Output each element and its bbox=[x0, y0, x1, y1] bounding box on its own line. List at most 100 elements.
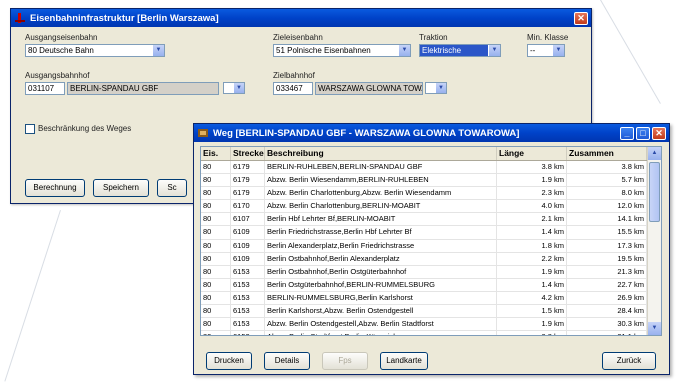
table-cell: 80 bbox=[201, 305, 231, 318]
table-cell: 19.5 km bbox=[567, 252, 647, 265]
table-row[interactable]: 80 6170 Abzw. Berlin Charlottenburg,BERLIN… bbox=[201, 200, 661, 214]
table-row[interactable]: 80 6153 BERLIN-RUMMELSBURG,Berlin Karlshor… bbox=[201, 291, 661, 306]
table-cell: 22.7 km bbox=[567, 278, 647, 291]
table-cell: 0.8 km bbox=[497, 331, 567, 335]
table-cell: 17.3 km bbox=[567, 239, 647, 252]
table-cell: Berlin Ostbahnhof,Berlin Ostgüterbahnhof bbox=[265, 265, 497, 278]
table-cell: 30.3 km bbox=[567, 318, 647, 331]
zieleisenbahn-label: Zieleisenbahn bbox=[273, 33, 323, 42]
traktion-select[interactable]: Elektrische ▼ bbox=[419, 44, 501, 57]
chevron-down-icon[interactable]: ▼ bbox=[436, 83, 446, 93]
min-klasse-select[interactable]: -- ▼ bbox=[527, 44, 565, 57]
ausgangsbahnhof-select[interactable]: ▼ bbox=[223, 82, 245, 94]
table-row[interactable]: 80 6153 Berlin Ostbahnhof,Berlin Ostgüterb… bbox=[201, 265, 661, 279]
table-cell: Abzw. Berlin Charlottenburg,Abzw. Berlin… bbox=[265, 187, 497, 200]
table-cell: 1.9 km bbox=[497, 318, 567, 331]
table-cell: 6153 bbox=[231, 291, 265, 305]
table-row[interactable]: 80 6153 Berlin Ostgüterbahnhof,BERLIN-RUMM… bbox=[201, 278, 661, 292]
chevron-down-icon[interactable]: ▼ bbox=[398, 45, 410, 56]
ausgangseisenbahn-value: 80 Deutsche Bahn bbox=[28, 46, 94, 55]
table-row[interactable]: 806153Abzw. Berlin Stadtforst,Berlin-Köp… bbox=[201, 331, 661, 335]
background-line bbox=[600, 0, 661, 104]
close-icon[interactable]: ✕ bbox=[574, 11, 588, 25]
ausgangsbahnhof-code[interactable]: 031107 bbox=[25, 82, 65, 95]
landkarte-button[interactable]: Landkarte bbox=[380, 352, 428, 370]
chevron-down-icon[interactable]: ▼ bbox=[152, 45, 164, 56]
table-row[interactable]: 80 6109 Berlin Alexanderplatz,Berlin Fried… bbox=[201, 239, 661, 253]
scroll-thumb[interactable] bbox=[649, 162, 660, 222]
table-cell: 2.2 km bbox=[497, 252, 567, 265]
table-cell: 28.4 km bbox=[567, 305, 647, 318]
table-cell: Berlin Friedrichstrasse,Berlin Hbf Lehrt… bbox=[265, 226, 497, 239]
background-line bbox=[4, 210, 61, 382]
column-header[interactable]: Eis. bbox=[201, 147, 231, 160]
beschraenkung-checkbox[interactable] bbox=[25, 124, 35, 134]
table-row[interactable]: 80 6109 Berlin Friedrichstrasse,Berlin Hbf… bbox=[201, 226, 661, 240]
route-table[interactable]: Eis. Strecke Beschreibung Länge Zusammen… bbox=[200, 146, 662, 336]
scroll-down-icon[interactable]: ▼ bbox=[648, 322, 661, 335]
table-cell: 6109 bbox=[231, 239, 265, 252]
table-cell: 6153 bbox=[231, 278, 265, 291]
minimize-icon[interactable]: _ bbox=[620, 126, 634, 140]
route-icon bbox=[198, 129, 208, 137]
zieleisenbahn-select[interactable]: 51 Polnische Eisenbahnen ▼ bbox=[273, 44, 411, 57]
zielbahnhof-code[interactable]: 033467 bbox=[273, 82, 313, 95]
table-row[interactable]: 80 6179 Abzw. Berlin Wiesendamm,BERLIN-RUH… bbox=[201, 174, 661, 188]
column-header[interactable]: Zusammen bbox=[567, 147, 647, 160]
infrastructure-titlebar[interactable]: Eisenbahninfrastruktur [Berlin Warszawa]… bbox=[11, 9, 591, 27]
disabled-button[interactable]: Fps bbox=[322, 352, 368, 370]
chevron-down-icon[interactable]: ▼ bbox=[552, 45, 564, 56]
zurueck-button[interactable]: Zurück bbox=[602, 352, 656, 370]
table-cell: 5.7 km bbox=[567, 174, 647, 187]
table-cell: 3.8 km bbox=[567, 161, 647, 174]
table-cell: 80 bbox=[201, 265, 231, 278]
table-cell: 15.5 km bbox=[567, 226, 647, 239]
table-row[interactable]: 80 6179 BERLIN-RUHLEBEN,BERLIN-SPANDAU GBF… bbox=[201, 161, 661, 175]
table-row[interactable]: 80 6153 Berlin Karlshorst,Abzw. Berlin Ost… bbox=[201, 305, 661, 319]
table-cell: 6109 bbox=[231, 252, 265, 265]
scroll-up-icon[interactable]: ▲ bbox=[648, 147, 661, 160]
close-icon[interactable]: ✕ bbox=[652, 126, 666, 140]
table-cell: 1.4 km bbox=[497, 278, 567, 291]
table-cell: 6153 bbox=[231, 318, 265, 331]
table-cell: 12.0 km bbox=[567, 200, 647, 213]
table-cell: 80 bbox=[201, 291, 231, 305]
route-titlebar[interactable]: Weg [BERLIN-SPANDAU GBF - WARSZAWA GLOWN… bbox=[194, 124, 669, 142]
maximize-icon[interactable]: □ bbox=[636, 126, 650, 140]
drucken-button[interactable]: Drucken bbox=[206, 352, 252, 370]
table-cell: 80 bbox=[201, 213, 231, 226]
table-cell: 1.8 km bbox=[497, 239, 567, 252]
table-cell: 26.9 km bbox=[567, 291, 647, 305]
column-header[interactable]: Strecke bbox=[231, 147, 265, 160]
traktion-label: Traktion bbox=[419, 33, 448, 42]
traktion-value: Elektrische bbox=[422, 46, 462, 55]
chevron-down-icon[interactable]: ▼ bbox=[234, 83, 244, 93]
zielbahnhof-select[interactable]: ▼ bbox=[425, 82, 447, 94]
table-row[interactable]: 80 6109 Berlin Ostbahnhof,Berlin Alexander… bbox=[201, 252, 661, 266]
vertical-scrollbar[interactable]: ▲ ▼ bbox=[647, 147, 661, 335]
table-body: 80 6179 BERLIN-RUHLEBEN,BERLIN-SPANDAU GBF… bbox=[201, 161, 661, 335]
chevron-down-icon[interactable]: ▼ bbox=[488, 45, 500, 56]
ausgangsbahnhof-label: Ausgangsbahnhof bbox=[25, 71, 90, 80]
speichern-button[interactable]: Speichern bbox=[93, 179, 149, 197]
table-cell: Berlin Ostgüterbahnhof,BERLIN-RUMMELSBUR… bbox=[265, 278, 497, 291]
beschraenkung-label: Beschränkung des Weges bbox=[38, 124, 132, 133]
ausgangseisenbahn-label: Ausgangseisenbahn bbox=[25, 33, 98, 42]
column-header[interactable]: Beschreibung bbox=[265, 147, 497, 160]
column-header[interactable]: Länge bbox=[497, 147, 567, 160]
berechnung-button[interactable]: Berechnung bbox=[25, 179, 85, 197]
third-button[interactable]: Sc bbox=[157, 179, 187, 197]
table-cell: 6179 bbox=[231, 161, 265, 174]
table-cell: 14.1 km bbox=[567, 213, 647, 226]
table-cell: 6179 bbox=[231, 187, 265, 200]
table-cell: 80 bbox=[201, 200, 231, 213]
table-row[interactable]: 80 6179 Abzw. Berlin Charlottenburg,Abzw. … bbox=[201, 187, 661, 201]
table-row[interactable]: 80 6107 Berlin Hbf Lehrter Bf,BERLIN-MOABI… bbox=[201, 213, 661, 227]
table-row[interactable]: 80 6153 Abzw. Berlin Ostendgestell,Abzw. B… bbox=[201, 318, 661, 332]
ausgangseisenbahn-select[interactable]: 80 Deutsche Bahn ▼ bbox=[25, 44, 165, 57]
table-cell: Abzw. Berlin Charlottenburg,BERLIN-MOABI… bbox=[265, 200, 497, 213]
table-cell: 6153 bbox=[231, 265, 265, 278]
table-cell: 2.3 km bbox=[497, 187, 567, 200]
details-button[interactable]: Details bbox=[264, 352, 310, 370]
zielbahnhof-name: WARSZAWA GLOWNA TOWAROWA bbox=[315, 82, 423, 95]
